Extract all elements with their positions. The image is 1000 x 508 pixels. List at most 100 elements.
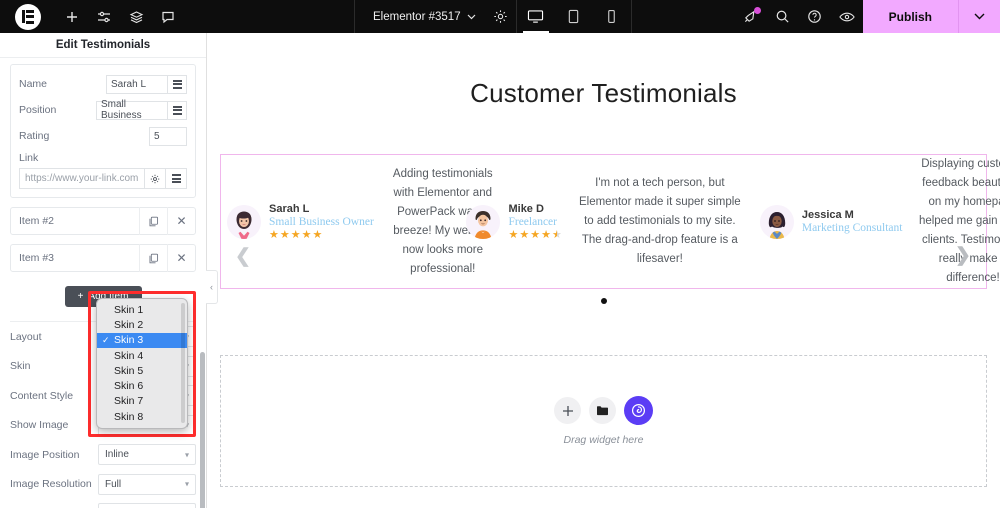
device-mobile-button[interactable] (593, 0, 631, 33)
page-canvas: Customer Testimonials Sarah L Small Busi… (207, 33, 1000, 508)
control-image-resolution: Image Resolution Full ▾ (0, 470, 206, 500)
dynamic-tags-icon[interactable] (166, 168, 187, 189)
panel-title: Edit Testimonials (0, 33, 206, 58)
panel-content: Name Sarah L Position Small Business Rat… (0, 64, 206, 508)
testimonial-person: Jessica M Marketing Consultant (759, 204, 903, 239)
testimonial-role: Small Business Owner (269, 215, 374, 228)
add-widget-icon[interactable] (554, 397, 581, 424)
drag-widget-dropzone[interactable]: Drag widget here (220, 355, 987, 487)
preview-eye-icon[interactable] (831, 0, 863, 33)
panel-collapse-button[interactable]: ‹ (206, 270, 218, 304)
page-heading: Customer Testimonials (470, 78, 737, 108)
remove-icon[interactable]: ✕ (167, 207, 195, 235)
document-title-dropdown[interactable]: Elementor #3517 (355, 11, 486, 23)
field-position-row: Position Small Business (19, 97, 187, 123)
duplicate-icon[interactable] (139, 244, 167, 272)
skin-option-1[interactable]: Skin 1 (97, 302, 187, 317)
editor-root: Elementor #3517 Publish Edit Testimonial… (0, 0, 1000, 508)
document-title: Elementor #3517 (373, 10, 461, 23)
rating-input[interactable]: 5 (149, 126, 187, 146)
testimonial-slide: Sarah L Small Business Owner ★ ★ ★ ★ ★ Addin… (221, 155, 493, 288)
add-icon[interactable] (56, 0, 88, 33)
announcement-icon[interactable] (735, 0, 767, 33)
chevron-down-icon: ▾ (184, 479, 189, 489)
publish-button[interactable]: Publish (862, 0, 958, 33)
carousel-prev-arrow[interactable]: ❮ (235, 245, 251, 268)
duplicate-icon[interactable] (139, 207, 167, 235)
testimonial-role: Freelancer (508, 215, 557, 228)
testimonial-slide: Jessica M Marketing Consultant Displayin… (744, 155, 1000, 288)
skin-option-3-selected[interactable]: ✓ Skin 3 (97, 332, 187, 348)
search-icon[interactable] (767, 0, 799, 33)
control-show-quote: Show Quote No ▾ (0, 499, 206, 508)
help-icon[interactable] (799, 0, 831, 33)
dynamic-tags-icon[interactable] (168, 74, 187, 94)
field-rating-row: Rating 5 (19, 123, 187, 149)
repeater-item-2[interactable]: Item #2 ✕ (10, 207, 196, 235)
skin-option-label: Skin 6 (114, 380, 144, 393)
comment-icon[interactable] (152, 0, 184, 33)
image-position-value: Inline (105, 449, 129, 461)
skin-option-2[interactable]: Skin 2 (97, 317, 187, 332)
image-position-select[interactable]: Inline ▾ (98, 444, 196, 466)
folder-template-icon[interactable] (589, 397, 616, 424)
remove-icon[interactable]: ✕ (167, 244, 195, 272)
show-quote-select[interactable]: No ▾ (98, 503, 196, 508)
carousel-pagination (207, 291, 1000, 309)
field-label-rating: Rating (19, 130, 50, 142)
dropzone-label: Drag widget here (563, 434, 644, 446)
skin-option-5[interactable]: Skin 5 (97, 363, 187, 378)
testimonial-quote: I'm not a tech person, but Elementor mad… (578, 177, 741, 265)
control-label-content-style: Content Style (10, 389, 74, 402)
control-label-layout: Layout (10, 330, 42, 343)
chevron-down-icon (467, 14, 476, 19)
avatar-jessica (759, 204, 794, 239)
image-resolution-select[interactable]: Full ▾ (98, 473, 196, 495)
name-input[interactable]: Sarah L (106, 74, 168, 94)
testimonial-name: Sarah L (269, 202, 310, 215)
repeater-item-open: Name Sarah L Position Small Business Rat… (10, 64, 196, 198)
avatar-mike (466, 204, 501, 239)
dynamic-tags-icon[interactable] (168, 100, 187, 120)
settings-sliders-icon[interactable] (88, 0, 120, 33)
ai-assistant-icon[interactable] (624, 396, 653, 425)
field-name-row: Name Sarah L (19, 71, 187, 97)
link-input[interactable]: https://www.your-link.com (19, 168, 145, 189)
skin-option-6[interactable]: Skin 6 (97, 378, 187, 393)
testimonial-person: Mike D Freelancer ★ ★ ★ ★ ★ (466, 203, 562, 241)
repeater-item-3[interactable]: Item #3 ✕ (10, 244, 196, 272)
carousel-dot-active[interactable] (600, 298, 607, 304)
carousel-next-arrow[interactable]: ❯ (955, 244, 971, 267)
elementor-logo-button[interactable] (0, 0, 56, 33)
checkmark-icon: ✓ (102, 334, 110, 345)
control-label-image-position: Image Position (10, 448, 80, 461)
control-label-show-image: Show Image (10, 419, 69, 432)
layers-icon[interactable] (120, 0, 152, 33)
link-options-gear-icon[interactable] (145, 168, 166, 189)
skin-option-label: Skin 5 (114, 364, 144, 377)
position-input[interactable]: Small Business (96, 99, 168, 121)
skin-option-8[interactable]: Skin 8 (97, 409, 187, 424)
skin-option-4[interactable]: Skin 4 (97, 348, 187, 363)
skin-option-label: Skin 7 (114, 395, 144, 408)
dropdown-scrollbar[interactable] (181, 303, 185, 423)
document-settings-gear-icon[interactable] (486, 0, 516, 33)
chevron-down-icon: ▾ (184, 450, 189, 460)
device-tablet-button[interactable] (555, 0, 593, 33)
device-desktop-button[interactable] (517, 0, 555, 33)
repeater-item-label: Item #3 (19, 252, 55, 264)
panel-scrollbar[interactable] (200, 352, 205, 508)
skin-option-7[interactable]: Skin 7 (97, 394, 187, 409)
skin-option-label: Skin 4 (114, 349, 144, 362)
testimonial-role: Marketing Consultant (801, 222, 903, 234)
control-label-skin: Skin (10, 360, 31, 373)
testimonial-rating: ★ ★ ★ ★ ★ (508, 228, 562, 241)
testimonial-person: Sarah L Small Business Owner ★ ★ ★ ★ ★ (227, 203, 374, 241)
repeater-item-label: Item #2 (19, 215, 55, 227)
top-bar: Elementor #3517 Publish (0, 0, 1000, 33)
field-label-link: Link (19, 152, 39, 164)
testimonial-rating: ★ ★ ★ ★ ★ (269, 228, 323, 241)
dropzone-buttons (554, 396, 653, 425)
publish-options-caret-icon[interactable] (958, 0, 1000, 33)
skin-dropdown-list[interactable]: Skin 1 Skin 2 ✓ Skin 3 Skin 4 Skin 5 Ski… (96, 298, 188, 429)
